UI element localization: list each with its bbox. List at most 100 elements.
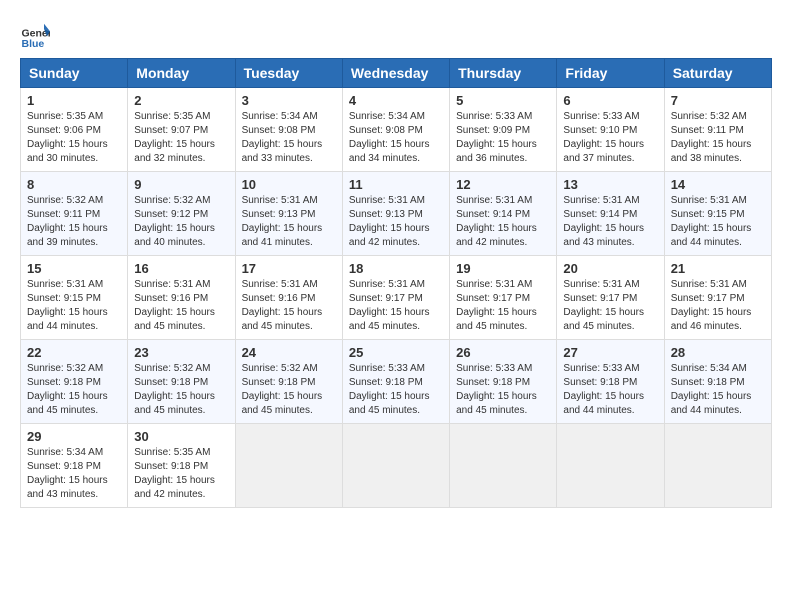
day-info: Sunrise: 5:33 AMSunset: 9:18 PMDaylight:…: [563, 362, 657, 418]
day-info: Sunrise: 5:32 AMSunset: 9:18 PMDaylight:…: [134, 362, 228, 418]
day-info: Sunrise: 5:31 AMSunset: 9:15 PMDaylight:…: [671, 194, 765, 250]
calendar-cell: 26Sunrise: 5:33 AMSunset: 9:18 PMDayligh…: [450, 340, 557, 424]
day-number: 21: [671, 261, 765, 276]
calendar-cell: 21 Sunrise: 5:31 AMSunset: 9:17 PMDayligh…: [664, 256, 771, 340]
day-info: Sunrise: 5:35 AMSunset: 9:18 PMDaylight:…: [134, 446, 228, 502]
calendar-cell: 11 Sunrise: 5:31 AMSunset: 9:13 PMDayligh…: [342, 172, 449, 256]
calendar-header-saturday: Saturday: [664, 59, 771, 88]
day-number: 22: [27, 345, 121, 360]
day-number: 3: [242, 93, 336, 108]
day-info: Sunrise: 5:31 AMSunset: 9:17 PMDaylight:…: [671, 278, 765, 334]
day-number: 7: [671, 93, 765, 108]
day-number: 5: [456, 93, 550, 108]
calendar-cell: 29 Sunrise: 5:34 AMSunset: 9:18 PMDayligh…: [21, 424, 128, 508]
calendar-cell: 3 Sunrise: 5:34 AMSunset: 9:08 PMDaylight…: [235, 88, 342, 172]
calendar-header-friday: Friday: [557, 59, 664, 88]
svg-text:Blue: Blue: [22, 38, 45, 50]
day-number: 28: [671, 345, 765, 360]
day-number: 19: [456, 261, 550, 276]
day-info: Sunrise: 5:34 AMSunset: 9:18 PMDaylight:…: [671, 362, 765, 418]
day-info: Sunrise: 5:35 AMSunset: 9:06 PMDaylight:…: [27, 110, 121, 166]
calendar-cell: 13 Sunrise: 5:31 AMSunset: 9:14 PMDayligh…: [557, 172, 664, 256]
calendar-row-1: 8 Sunrise: 5:32 AMSunset: 9:11 PMDaylight…: [21, 172, 772, 256]
day-number: 15: [27, 261, 121, 276]
day-number: 29: [27, 429, 121, 444]
day-info: Sunrise: 5:33 AMSunset: 9:09 PMDaylight:…: [456, 110, 550, 166]
day-number: 30: [134, 429, 228, 444]
day-number: 13: [563, 177, 657, 192]
calendar: SundayMondayTuesdayWednesdayThursdayFrid…: [20, 58, 772, 508]
calendar-row-2: 15 Sunrise: 5:31 AMSunset: 9:15 PMDayligh…: [21, 256, 772, 340]
calendar-cell: [664, 424, 771, 508]
calendar-cell: 7 Sunrise: 5:32 AMSunset: 9:11 PMDaylight…: [664, 88, 771, 172]
calendar-row-3: 22 Sunrise: 5:32 AMSunset: 9:18 PMDayligh…: [21, 340, 772, 424]
day-number: 27: [563, 345, 657, 360]
day-number: 4: [349, 93, 443, 108]
day-info: Sunrise: 5:35 AMSunset: 9:07 PMDaylight:…: [134, 110, 228, 166]
day-number: 24: [242, 345, 336, 360]
calendar-cell: [235, 424, 342, 508]
calendar-cell: 12 Sunrise: 5:31 AMSunset: 9:14 PMDayligh…: [450, 172, 557, 256]
calendar-header-sunday: Sunday: [21, 59, 128, 88]
calendar-header-wednesday: Wednesday: [342, 59, 449, 88]
day-info: Sunrise: 5:31 AMSunset: 9:14 PMDaylight:…: [456, 194, 550, 250]
day-number: 2: [134, 93, 228, 108]
header: General Blue: [20, 20, 772, 50]
day-info: Sunrise: 5:33 AMSunset: 9:18 PMDaylight:…: [349, 362, 443, 418]
calendar-cell: 6 Sunrise: 5:33 AMSunset: 9:10 PMDaylight…: [557, 88, 664, 172]
day-info: Sunrise: 5:31 AMSunset: 9:13 PMDaylight:…: [349, 194, 443, 250]
day-info: Sunrise: 5:34 AMSunset: 9:18 PMDaylight:…: [27, 446, 121, 502]
logo-icon: General Blue: [20, 20, 50, 50]
calendar-cell: 10Sunrise: 5:31 AMSunset: 9:13 PMDayligh…: [235, 172, 342, 256]
day-info: Sunrise: 5:31 AMSunset: 9:16 PMDaylight:…: [242, 278, 336, 334]
day-info: Sunrise: 5:34 AMSunset: 9:08 PMDaylight:…: [242, 110, 336, 166]
calendar-cell: 1 Sunrise: 5:35 AMSunset: 9:06 PMDaylight…: [21, 88, 128, 172]
calendar-cell: 8 Sunrise: 5:32 AMSunset: 9:11 PMDaylight…: [21, 172, 128, 256]
day-info: Sunrise: 5:31 AMSunset: 9:14 PMDaylight:…: [563, 194, 657, 250]
day-number: 14: [671, 177, 765, 192]
calendar-cell: 16 Sunrise: 5:31 AMSunset: 9:16 PMDayligh…: [128, 256, 235, 340]
day-info: Sunrise: 5:31 AMSunset: 9:16 PMDaylight:…: [134, 278, 228, 334]
day-number: 12: [456, 177, 550, 192]
calendar-header-monday: Monday: [128, 59, 235, 88]
calendar-row-0: 1 Sunrise: 5:35 AMSunset: 9:06 PMDaylight…: [21, 88, 772, 172]
calendar-cell: 25Sunrise: 5:33 AMSunset: 9:18 PMDayligh…: [342, 340, 449, 424]
calendar-cell: 18Sunrise: 5:31 AMSunset: 9:17 PMDayligh…: [342, 256, 449, 340]
day-info: Sunrise: 5:31 AMSunset: 9:17 PMDaylight:…: [563, 278, 657, 334]
day-number: 1: [27, 93, 121, 108]
calendar-cell: 17 Sunrise: 5:31 AMSunset: 9:16 PMDayligh…: [235, 256, 342, 340]
day-number: 16: [134, 261, 228, 276]
day-number: 10: [242, 177, 336, 192]
calendar-cell: 20 Sunrise: 5:31 AMSunset: 9:17 PMDayligh…: [557, 256, 664, 340]
calendar-cell: 19 Sunrise: 5:31 AMSunset: 9:17 PMDayligh…: [450, 256, 557, 340]
calendar-row-4: 29 Sunrise: 5:34 AMSunset: 9:18 PMDayligh…: [21, 424, 772, 508]
calendar-cell: 5 Sunrise: 5:33 AMSunset: 9:09 PMDaylight…: [450, 88, 557, 172]
calendar-cell: 14 Sunrise: 5:31 AMSunset: 9:15 PMDayligh…: [664, 172, 771, 256]
day-info: Sunrise: 5:32 AMSunset: 9:12 PMDaylight:…: [134, 194, 228, 250]
day-number: 17: [242, 261, 336, 276]
day-info: Sunrise: 5:31 AMSunset: 9:17 PMDaylight:…: [456, 278, 550, 334]
day-info: Sunrise: 5:31 AMSunset: 9:15 PMDaylight:…: [27, 278, 121, 334]
day-number: 20: [563, 261, 657, 276]
day-number: 11: [349, 177, 443, 192]
calendar-cell: 15 Sunrise: 5:31 AMSunset: 9:15 PMDayligh…: [21, 256, 128, 340]
day-info: Sunrise: 5:33 AMSunset: 9:10 PMDaylight:…: [563, 110, 657, 166]
calendar-header-row: SundayMondayTuesdayWednesdayThursdayFrid…: [21, 59, 772, 88]
day-info: Sunrise: 5:32 AMSunset: 9:18 PMDaylight:…: [242, 362, 336, 418]
day-number: 18: [349, 261, 443, 276]
calendar-cell: 28 Sunrise: 5:34 AMSunset: 9:18 PMDayligh…: [664, 340, 771, 424]
day-number: 6: [563, 93, 657, 108]
day-info: Sunrise: 5:32 AMSunset: 9:11 PMDaylight:…: [27, 194, 121, 250]
calendar-cell: 23Sunrise: 5:32 AMSunset: 9:18 PMDayligh…: [128, 340, 235, 424]
calendar-cell: 30 Sunrise: 5:35 AMSunset: 9:18 PMDayligh…: [128, 424, 235, 508]
calendar-cell: 27 Sunrise: 5:33 AMSunset: 9:18 PMDayligh…: [557, 340, 664, 424]
calendar-header-thursday: Thursday: [450, 59, 557, 88]
day-info: Sunrise: 5:32 AMSunset: 9:18 PMDaylight:…: [27, 362, 121, 418]
calendar-cell: [342, 424, 449, 508]
day-info: Sunrise: 5:33 AMSunset: 9:18 PMDaylight:…: [456, 362, 550, 418]
calendar-header-tuesday: Tuesday: [235, 59, 342, 88]
calendar-cell: 4Sunrise: 5:34 AMSunset: 9:08 PMDaylight…: [342, 88, 449, 172]
day-number: 8: [27, 177, 121, 192]
calendar-cell: 2 Sunrise: 5:35 AMSunset: 9:07 PMDaylight…: [128, 88, 235, 172]
day-info: Sunrise: 5:32 AMSunset: 9:11 PMDaylight:…: [671, 110, 765, 166]
